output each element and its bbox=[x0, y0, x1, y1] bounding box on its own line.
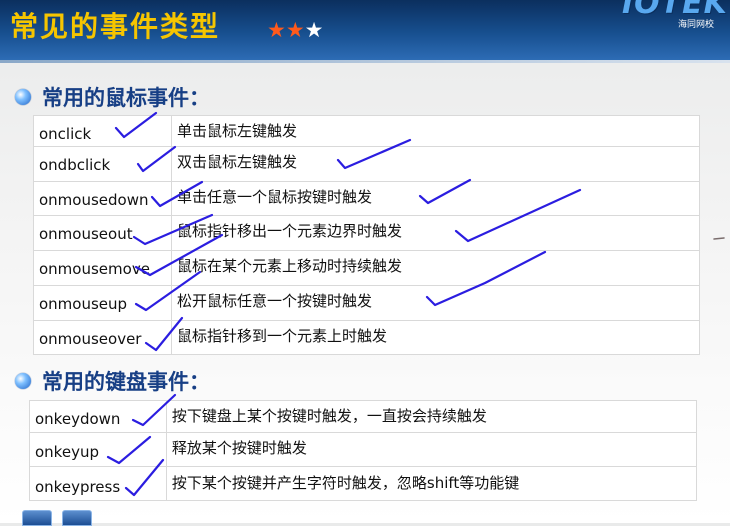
header-divider bbox=[0, 60, 730, 63]
cursor-mark-icon bbox=[713, 237, 725, 240]
event-description: 按下某个按键并产生字符时触发，忽略shift等功能键 bbox=[165, 466, 698, 501]
event-name: onmousemove bbox=[33, 250, 172, 286]
event-name: onkeydown bbox=[29, 400, 167, 433]
event-name: ondbclick bbox=[33, 146, 172, 182]
table-row: onkeyup 释放某个按键时触发 bbox=[29, 432, 698, 467]
table-row: ondbclick 双击鼠标左键触发 bbox=[33, 146, 701, 182]
star-icon: ★ bbox=[267, 18, 286, 42]
keyboard-events-table: onkeydown 按下键盘上某个按键时触发，一直按会持续触发 onkeyup … bbox=[29, 400, 698, 501]
iotek-logo: IOTEK 海同网校 bbox=[618, 0, 730, 32]
event-name: onclick bbox=[33, 115, 172, 147]
slide-header: 常见的事件类型 ★★★ IOTEK 海同网校 bbox=[0, 0, 730, 60]
event-name: onmouseover bbox=[33, 320, 172, 355]
event-description: 单击任意一个鼠标按键时触发 bbox=[170, 181, 701, 216]
star-icon: ★ bbox=[285, 18, 305, 42]
bullet-icon bbox=[15, 373, 31, 389]
table-row: onmousemove 鼠标在某个元素上移动时持续触发 bbox=[33, 250, 701, 286]
table-row: onmouseout 鼠标指针移出一个元素边界时触发 bbox=[33, 215, 701, 251]
page-title: 常见的事件类型 bbox=[10, 10, 221, 43]
table-row: onmouseup 松开鼠标任意一个按键时触发 bbox=[33, 285, 701, 321]
event-name: onmouseout bbox=[33, 215, 172, 251]
rating-stars: ★★★ bbox=[267, 18, 323, 42]
event-description: 松开鼠标任意一个按键时触发 bbox=[170, 285, 701, 321]
event-name: onkeyup bbox=[29, 432, 167, 467]
event-name: onmousedown bbox=[33, 181, 172, 216]
bullet-icon bbox=[15, 89, 31, 105]
table-row: onmousedown 单击任意一个鼠标按键时触发 bbox=[33, 181, 701, 216]
star-outline-icon: ★ bbox=[304, 18, 324, 42]
mouse-section-title: 常用的鼠标事件： bbox=[42, 86, 210, 110]
keyboard-section-title: 常用的键盘事件： bbox=[42, 370, 210, 394]
event-name: onkeypress bbox=[29, 466, 167, 501]
logo-subtitle: 海同网校 bbox=[678, 20, 715, 30]
event-description: 双击鼠标左键触发 bbox=[170, 146, 701, 182]
event-name: onmouseup bbox=[33, 285, 172, 321]
mouse-events-table: onclick 单击鼠标左键触发 ondbclick 双击鼠标左键触发 onmo… bbox=[33, 115, 701, 355]
event-description: 按下键盘上某个按键时触发，一直按会持续触发 bbox=[165, 400, 698, 433]
table-row: onmouseover 鼠标指针移到一个元素上时触发 bbox=[33, 320, 701, 355]
table-row: onclick 单击鼠标左键触发 bbox=[33, 115, 701, 147]
event-description: 释放某个按键时触发 bbox=[165, 432, 698, 467]
event-description: 鼠标在某个元素上移动时持续触发 bbox=[170, 250, 701, 286]
event-description: 鼠标指针移出一个元素边界时触发 bbox=[170, 215, 701, 251]
table-row: onkeydown 按下键盘上某个按键时触发，一直按会持续触发 bbox=[29, 400, 698, 433]
event-description: 鼠标指针移到一个元素上时触发 bbox=[170, 320, 701, 355]
taskbar-button[interactable] bbox=[62, 510, 92, 526]
event-description: 单击鼠标左键触发 bbox=[170, 115, 701, 147]
table-row: onkeypress 按下某个按键并产生字符时触发，忽略shift等功能键 bbox=[29, 466, 698, 501]
taskbar-button[interactable] bbox=[22, 510, 52, 526]
